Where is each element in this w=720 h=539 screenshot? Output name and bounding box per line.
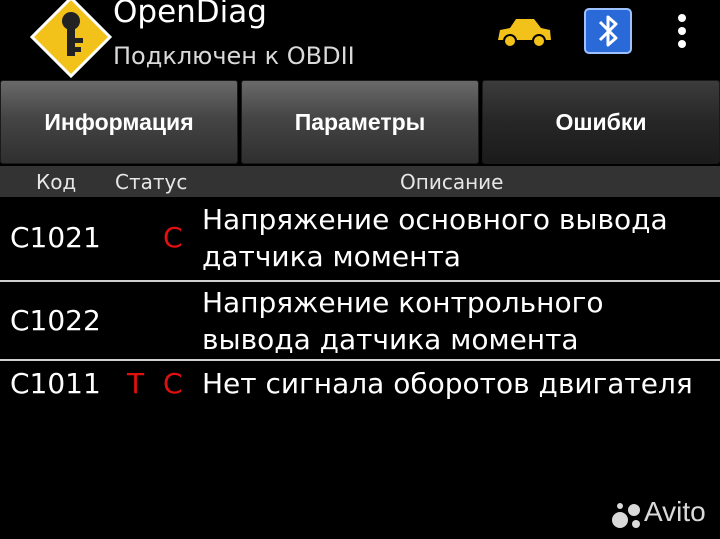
car-icon[interactable] <box>494 14 554 50</box>
status-flag-t: T <box>127 367 145 400</box>
table-header: Код Статус Описание <box>0 166 720 197</box>
error-code: C1022 <box>10 304 101 337</box>
avito-logo-icon <box>612 503 640 528</box>
column-header-status: Статус <box>115 170 188 194</box>
error-description: Напряжение контрольного вывода датчика м… <box>202 286 604 356</box>
tab-information[interactable]: Информация <box>0 80 238 164</box>
error-code: C1011 <box>10 367 101 400</box>
status-flag-c: C <box>163 367 183 400</box>
tab-bar: Информация Параметры Ошибки <box>0 80 720 164</box>
app-bar: OpenDiag Подключен к OBDII <box>0 0 720 79</box>
status-flag-c: C <box>163 221 183 254</box>
table-row[interactable]: C1021 C Напряжение основного вывода датч… <box>0 199 720 279</box>
table-row[interactable]: C1022 Напряжение контрольного вывода дат… <box>0 282 720 358</box>
error-code: C1021 <box>10 221 101 254</box>
tab-parameters[interactable]: Параметры <box>241 80 479 164</box>
bluetooth-icon[interactable] <box>584 8 632 54</box>
watermark-text: Avito <box>644 496 706 527</box>
tab-errors[interactable]: Ошибки <box>482 80 720 164</box>
error-description: Напряжение основного вывода датчика моме… <box>202 203 668 273</box>
column-header-code: Код <box>36 170 77 194</box>
app-title: OpenDiag <box>113 0 267 30</box>
overflow-menu-icon[interactable] <box>664 10 700 52</box>
column-header-description: Описание <box>400 170 504 194</box>
connection-status: Подключен к OBDII <box>113 42 355 70</box>
error-description: Нет сигнала оборотов двигателя <box>202 367 693 400</box>
key-diamond-icon <box>29 0 113 79</box>
table-row[interactable]: C1011 T C Нет сигнала оборотов двигателя <box>0 361 720 409</box>
